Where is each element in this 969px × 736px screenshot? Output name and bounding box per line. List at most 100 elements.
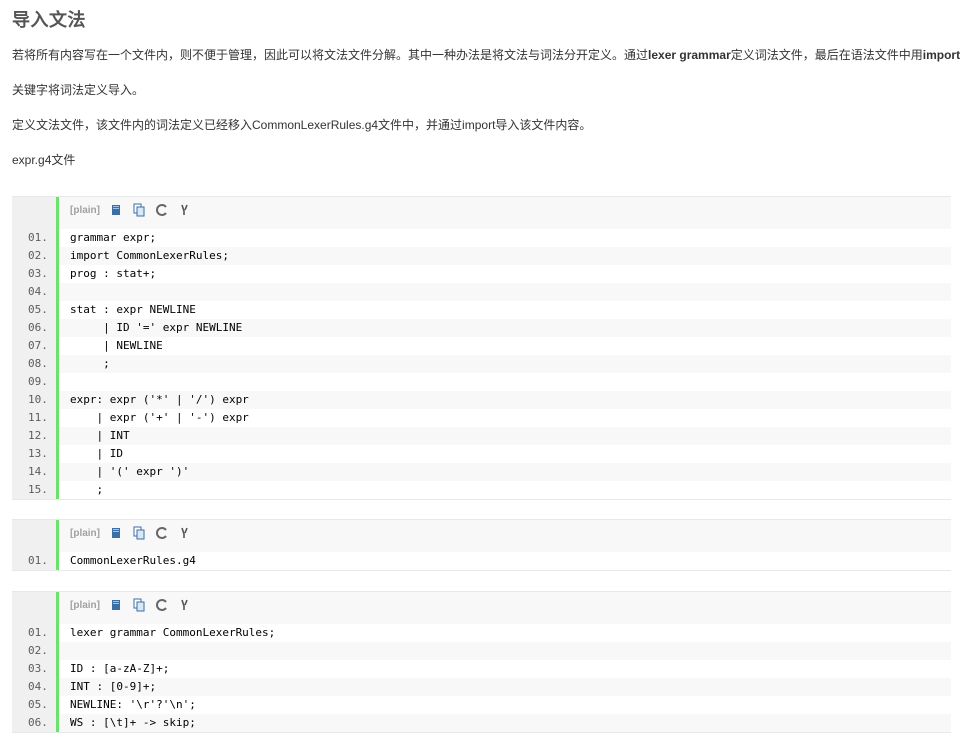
code-line: 15. ; xyxy=(12,481,951,499)
line-number: 06. xyxy=(12,319,56,337)
code-line: 04. xyxy=(12,283,951,301)
toolbar-gutter xyxy=(12,592,56,624)
line-number: 09. xyxy=(12,373,56,391)
view-source-icon[interactable] xyxy=(109,598,123,612)
line-number: 02. xyxy=(12,642,56,660)
toolbar-gutter xyxy=(12,197,56,229)
code-line: 06. WS : [\t]+ -> skip; xyxy=(12,714,951,732)
code-text: grammar expr; xyxy=(70,231,157,244)
line-number: 15. xyxy=(12,481,56,499)
intro-text-import: import xyxy=(922,48,961,62)
toolbar-gutter xyxy=(12,520,56,552)
gutter-accent-bar xyxy=(56,592,59,732)
file-name-label: expr.g4文件 xyxy=(12,153,76,167)
code-text: | ID xyxy=(70,447,123,460)
code-line: 07. | NEWLINE xyxy=(12,337,951,355)
view-source-icon[interactable] xyxy=(109,526,123,540)
code-text: stat : expr NEWLINE xyxy=(70,303,196,316)
code-line: 03. prog : stat+; xyxy=(12,265,951,283)
code-text: NEWLINE: '\r'?'\n'; xyxy=(70,698,196,711)
code-text: ; xyxy=(70,357,110,370)
print-icon[interactable] xyxy=(155,598,169,612)
code-line: 01. lexer grammar CommonLexerRules; xyxy=(12,624,951,642)
copy-icon[interactable] xyxy=(132,598,146,612)
line-number: 14. xyxy=(12,463,56,481)
line-number: 01. xyxy=(12,624,56,642)
code-text: WS : [\t]+ -> skip; xyxy=(70,716,196,729)
view-source-icon[interactable] xyxy=(109,203,123,217)
code-text: | '(' expr ')' xyxy=(70,465,190,478)
code-text: CommonLexerRules.g4 xyxy=(70,554,196,567)
line-number: 02. xyxy=(12,247,56,265)
toolbar-actions: [plain] xyxy=(70,598,192,612)
code-text: | NEWLINE xyxy=(70,339,163,352)
code-text: ID : [a-zA-Z]+; xyxy=(70,662,170,675)
code-text: lexer grammar CommonLexerRules; xyxy=(70,626,276,639)
line-number: 06. xyxy=(12,714,56,732)
code-line: 11. | expr ('+' | '-') expr xyxy=(12,409,951,427)
code-line: 06. | ID '=' expr NEWLINE xyxy=(12,319,951,337)
help-icon[interactable] xyxy=(178,203,192,217)
intro-text-1: 若将所有内容写在一个文件内，则不便于管理，因此可以将文法文件分解。其中一种办法是… xyxy=(12,48,649,62)
code-text: prog : stat+; xyxy=(70,267,157,280)
code-line: 12. | INT xyxy=(12,427,951,445)
code-text: | ID '=' expr NEWLINE xyxy=(70,321,243,334)
code-toolbar: [plain] xyxy=(12,592,951,624)
code-text: INT : [0-9]+; xyxy=(70,680,157,693)
gutter-accent-bar xyxy=(56,197,59,499)
line-number: 05. xyxy=(12,301,56,319)
toolbar-actions: [plain] xyxy=(70,526,192,540)
code-line: 03. ID : [a-zA-Z]+; xyxy=(12,660,951,678)
code-block-expr: [plain] 01. grammar expr; 02. import CommonL… xyxy=(12,196,951,500)
line-number: 04. xyxy=(12,283,56,301)
code-line: 05. NEWLINE: '\r'?'\n'; xyxy=(12,696,951,714)
line-number: 08. xyxy=(12,355,56,373)
code-block-lexer: [plain] 01. lexer grammar CommonLexerRules… xyxy=(12,591,951,733)
help-icon[interactable] xyxy=(178,598,192,612)
code-line: 01. CommonLexerRules.g4 xyxy=(12,552,951,570)
code-toolbar: [plain] xyxy=(12,197,951,229)
intro-text-lexer-grammar: lexer grammar xyxy=(648,48,731,62)
line-number: 13. xyxy=(12,445,56,463)
help-icon[interactable] xyxy=(178,526,192,540)
code-line: 14. | '(' expr ')' xyxy=(12,463,951,481)
code-line: 04. INT : [0-9]+; xyxy=(12,678,951,696)
code-line: 01. grammar expr; xyxy=(12,229,951,247)
plain-view-link[interactable]: [plain] xyxy=(70,205,100,216)
code-line: 13. | ID xyxy=(12,445,951,463)
code-text: | expr ('+' | '-') expr xyxy=(70,411,249,424)
intro-text-2: 定义词法文件，最后在语法文件中用 xyxy=(730,48,923,62)
code-line: 05. stat : expr NEWLINE xyxy=(12,301,951,319)
line-number: 11. xyxy=(12,409,56,427)
code-line: 09. xyxy=(12,373,951,391)
code-line: 02. import CommonLexerRules; xyxy=(12,247,951,265)
copy-icon[interactable] xyxy=(132,526,146,540)
code-toolbar: [plain] xyxy=(12,520,951,552)
intro-paragraph-cont: 关键字将词法定义导入。 xyxy=(12,83,145,97)
gutter-accent-bar xyxy=(56,520,59,570)
code-line: 08. ; xyxy=(12,355,951,373)
code-text: | INT xyxy=(70,429,130,442)
code-line: 10. expr: expr ('*' | '/') expr xyxy=(12,391,951,409)
line-number: 05. xyxy=(12,696,56,714)
line-number: 10. xyxy=(12,391,56,409)
line-number: 12. xyxy=(12,427,56,445)
intro-paragraph: 若将所有内容写在一个文件内，则不便于管理，因此可以将文法文件分解。其中一种办法是… xyxy=(12,46,960,63)
copy-icon[interactable] xyxy=(132,203,146,217)
line-number: 03. xyxy=(12,660,56,678)
line-number: 01. xyxy=(12,552,56,570)
code-text: expr: expr ('*' | '/') expr xyxy=(70,393,249,406)
code-line: 02. xyxy=(12,642,951,660)
toolbar-actions: [plain] xyxy=(70,203,192,217)
page-title: 导入文法 xyxy=(12,10,86,30)
plain-view-link[interactable]: [plain] xyxy=(70,528,100,539)
define-paragraph: 定义文法文件，该文件内的词法定义已经移入CommonLexerRules.g4文… xyxy=(12,118,592,132)
print-icon[interactable] xyxy=(155,526,169,540)
line-number: 04. xyxy=(12,678,56,696)
line-number: 03. xyxy=(12,265,56,283)
plain-view-link[interactable]: [plain] xyxy=(70,600,100,611)
code-text: ; xyxy=(70,483,104,496)
print-icon[interactable] xyxy=(155,203,169,217)
line-number: 01. xyxy=(12,229,56,247)
code-text: import CommonLexerRules; xyxy=(70,249,229,262)
